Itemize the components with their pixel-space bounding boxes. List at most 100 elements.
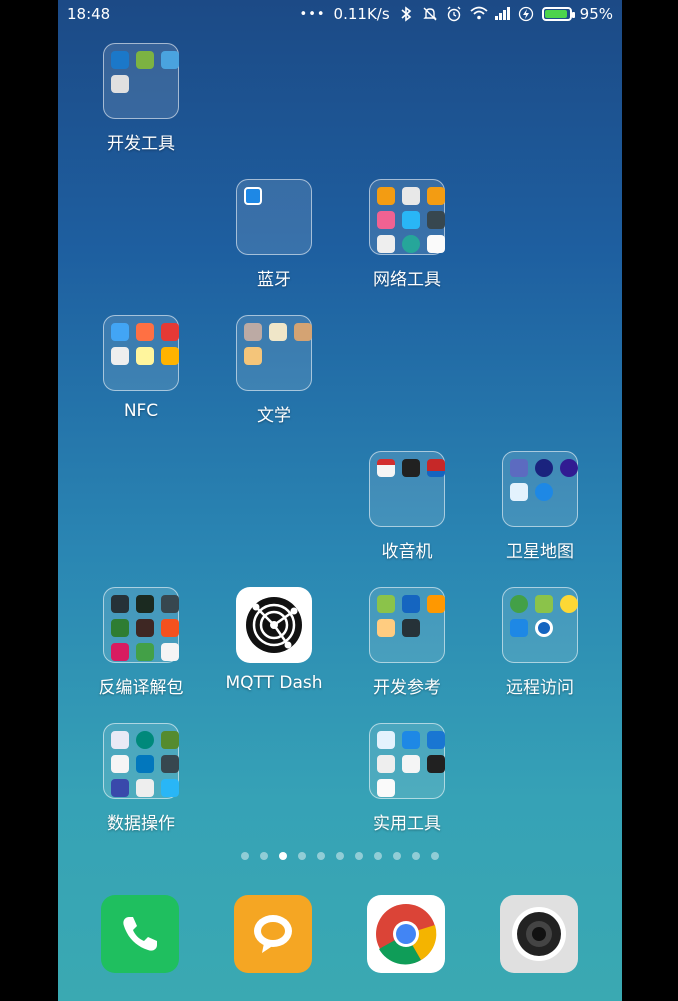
folder-literature[interactable]: 文学 bbox=[214, 315, 334, 435]
folder-data-ops[interactable]: 数据操作 bbox=[81, 723, 201, 843]
flag-app-icon bbox=[427, 459, 445, 477]
folder-remote-access[interactable]: 远程访问 bbox=[480, 587, 600, 707]
folder-dev-reference-preview bbox=[369, 587, 445, 663]
planet-app-icon bbox=[535, 483, 553, 501]
folder-bluetooth[interactable]: 蓝牙 bbox=[214, 179, 334, 299]
mute-icon bbox=[422, 6, 438, 22]
java-app-icon bbox=[161, 643, 179, 661]
page-dot-active[interactable] bbox=[279, 852, 287, 860]
record-app-icon bbox=[427, 235, 445, 253]
reader-app-icon bbox=[136, 347, 154, 365]
folder-satellite-map[interactable]: 卫星地图 bbox=[480, 451, 600, 571]
page-dot[interactable] bbox=[393, 852, 401, 860]
status-bar: 18:48 ••• 0.11K/s 95% bbox=[58, 0, 622, 28]
folder-net-tools[interactable]: 网络工具 bbox=[347, 179, 467, 299]
folder-utilities-preview bbox=[369, 723, 445, 799]
android-app-icon bbox=[136, 51, 154, 69]
lotus-app-icon bbox=[377, 211, 395, 229]
folder-label: 蓝牙 bbox=[257, 270, 291, 290]
reading-app-icon bbox=[269, 323, 287, 341]
more-notifications-icon: ••• bbox=[299, 6, 326, 22]
keyboard-app-icon bbox=[111, 347, 129, 365]
folder-label: 开发工具 bbox=[107, 134, 175, 154]
folder-radio-preview bbox=[369, 451, 445, 527]
user-app-icon bbox=[402, 187, 420, 205]
octopus-app-icon bbox=[377, 595, 395, 613]
dex-app-icon bbox=[161, 595, 179, 613]
bluetooth-icon bbox=[398, 6, 414, 22]
folder-decompile[interactable]: 反编译解包 bbox=[81, 587, 201, 707]
folder-label: 数据操作 bbox=[107, 814, 175, 834]
mt-manager-app-icon bbox=[111, 643, 129, 661]
battery-percent: 95% bbox=[579, 5, 613, 23]
chrome-icon bbox=[376, 904, 437, 965]
page-dot[interactable] bbox=[412, 852, 420, 860]
network-app-icon bbox=[427, 731, 445, 749]
folder-decompile-preview bbox=[103, 587, 179, 663]
github-app-icon bbox=[402, 619, 420, 637]
satellite-app-icon bbox=[510, 459, 528, 477]
page-dot[interactable] bbox=[317, 852, 325, 860]
page-dot[interactable] bbox=[298, 852, 306, 860]
folder-dev-tools[interactable]: 开发工具 bbox=[81, 43, 201, 163]
app-mqtt-dash[interactable]: MQTT Dash bbox=[214, 587, 334, 707]
folder-utilities[interactable]: 实用工具 bbox=[347, 723, 467, 843]
orbit-app-icon bbox=[560, 459, 578, 477]
yellow-app-icon bbox=[560, 595, 578, 613]
network-speed: 0.11K/s bbox=[333, 5, 390, 23]
charging-icon bbox=[518, 6, 534, 22]
folder-label: 网络工具 bbox=[373, 270, 441, 290]
folder-label: 开发参考 bbox=[373, 678, 441, 698]
dock-camera[interactable] bbox=[500, 895, 578, 973]
page-dot[interactable] bbox=[431, 852, 439, 860]
android-remote-app-icon bbox=[535, 595, 553, 613]
folder-dev-reference[interactable]: 开发参考 bbox=[347, 587, 467, 707]
earth-app-icon bbox=[402, 235, 420, 253]
folder-label: 实用工具 bbox=[373, 814, 441, 834]
dock-chrome[interactable] bbox=[367, 895, 445, 973]
messaging-icon bbox=[254, 915, 292, 953]
folder-nfc[interactable]: NFC bbox=[81, 315, 201, 435]
folder-label: 收音机 bbox=[381, 542, 433, 562]
folder-label: 文学 bbox=[257, 406, 291, 426]
folder-nfc-preview bbox=[103, 315, 179, 391]
remote-app-icon bbox=[510, 595, 528, 613]
headphones-app-icon bbox=[402, 459, 420, 477]
database-app-icon bbox=[136, 731, 154, 749]
app-label: MQTT Dash bbox=[225, 673, 323, 693]
poem-app-icon bbox=[294, 323, 312, 341]
cloud-app-icon bbox=[161, 779, 179, 797]
page-dot[interactable] bbox=[374, 852, 382, 860]
radio-app-icon bbox=[377, 459, 395, 477]
table-app-icon bbox=[136, 755, 154, 773]
file-app-icon bbox=[161, 755, 179, 773]
nfc-tools-app-icon bbox=[161, 347, 179, 365]
android-bot-app-icon bbox=[111, 595, 129, 613]
computer-app-icon bbox=[111, 51, 129, 69]
page-dot[interactable] bbox=[241, 852, 249, 860]
folder-radio[interactable]: 收音机 bbox=[347, 451, 467, 571]
page-indicator[interactable] bbox=[58, 852, 622, 860]
settings-app-icon bbox=[111, 75, 129, 93]
dock-messaging[interactable] bbox=[234, 895, 312, 973]
video-app-icon bbox=[427, 187, 445, 205]
book-app-icon bbox=[244, 323, 262, 341]
folder-label: 卫星地图 bbox=[506, 542, 574, 562]
page-dot[interactable] bbox=[260, 852, 268, 860]
folder-label: 反编译解包 bbox=[98, 678, 184, 698]
novel-app-icon bbox=[244, 347, 262, 365]
dock-phone[interactable] bbox=[101, 895, 179, 973]
globe-app-icon bbox=[402, 211, 420, 229]
compass-app-icon bbox=[535, 459, 553, 477]
phone-icon bbox=[123, 917, 157, 951]
note-app-icon bbox=[377, 779, 395, 797]
packer-app-icon bbox=[136, 643, 154, 661]
calculator-app-icon bbox=[402, 755, 420, 773]
vnc-app-icon bbox=[510, 619, 528, 637]
card-app-icon bbox=[111, 323, 129, 341]
page-dot[interactable] bbox=[336, 852, 344, 860]
apk-editor-app-icon bbox=[161, 619, 179, 637]
clock: 18:48 bbox=[67, 5, 111, 23]
alarm-icon bbox=[446, 6, 462, 22]
page-dot[interactable] bbox=[355, 852, 363, 860]
